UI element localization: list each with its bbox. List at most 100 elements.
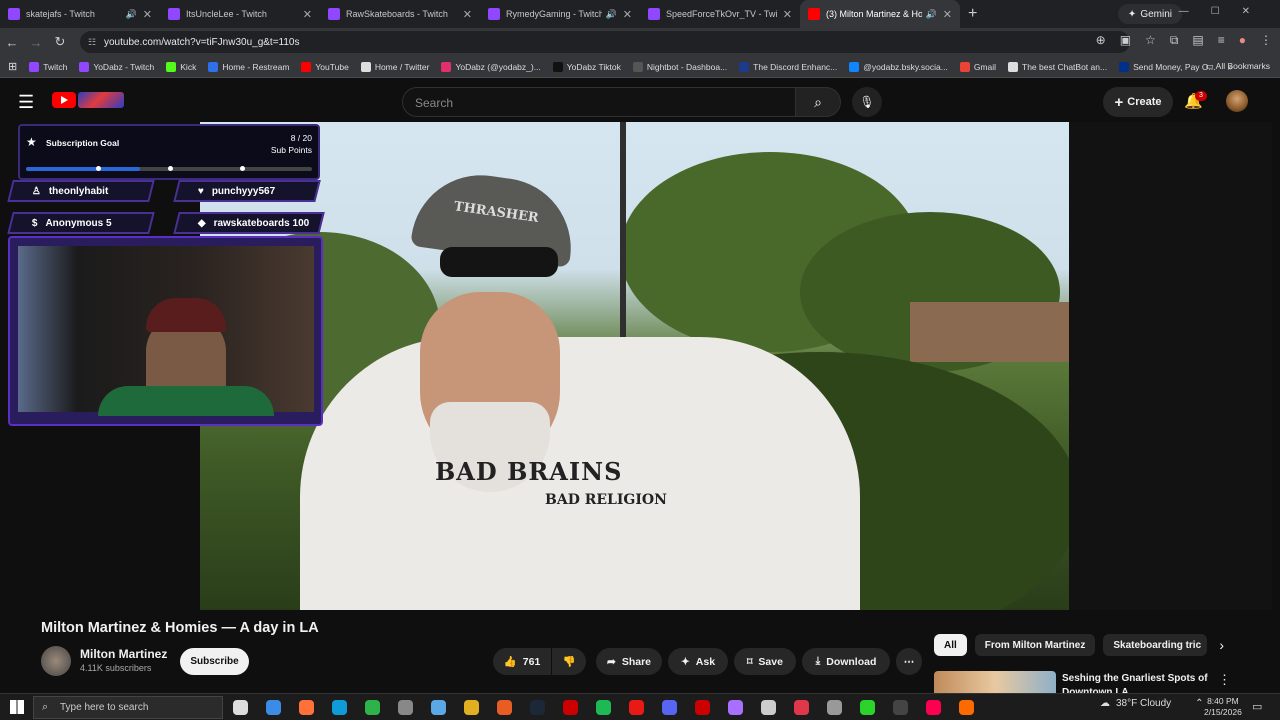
bookmark-item[interactable]: @yodabz.bsky.socia...	[849, 61, 948, 72]
recommended-more-icon[interactable]: ⋮	[1218, 672, 1231, 688]
sidepanel-icon[interactable]: ▤	[1192, 33, 1203, 48]
bookmark-item[interactable]: Gmail	[959, 61, 996, 72]
taskbar-app-icon[interactable]	[794, 700, 809, 715]
taskbar-app-icon[interactable]	[563, 700, 578, 715]
bookmark-item[interactable]: YoDabz - Twitch	[79, 61, 154, 72]
channel-logo-art[interactable]	[78, 92, 124, 108]
save-button[interactable]: ⌑ Save	[734, 648, 796, 675]
taskbar-app-icon[interactable]	[332, 700, 347, 715]
bookmark-item[interactable]: The Discord Enhanc...	[739, 61, 837, 72]
dislike-button[interactable]: 👎	[552, 648, 586, 675]
tray-chevron-icon[interactable]: ⌃	[1195, 698, 1203, 709]
close-tab-icon[interactable]: ✕	[303, 8, 312, 21]
windows-start-icon[interactable]	[10, 700, 24, 714]
bookmark-item[interactable]: YouTube	[301, 61, 349, 72]
video-player[interactable]: THRASHER BAD BRAINS BAD RELIGION	[200, 122, 1069, 610]
bookmark-item[interactable]: Nightbot - Dashboa...	[632, 61, 727, 72]
taskbar-app-icon[interactable]	[662, 700, 677, 715]
taskbar-app-icon[interactable]	[860, 700, 875, 715]
bookmark-star-icon[interactable]: ☆	[1145, 33, 1156, 48]
chip-from-channel[interactable]: From Milton Martinez	[974, 634, 1096, 656]
taskbar-app-icon[interactable]	[365, 700, 380, 715]
taskbar-app-icon[interactable]	[827, 700, 842, 715]
youtube-logo-icon[interactable]	[52, 92, 76, 108]
site-info-icon[interactable]: ☷	[88, 37, 96, 48]
browser-tab[interactable]: skatejafs - Twitch 🔊 ✕	[0, 0, 160, 28]
close-tab-icon[interactable]: ✕	[463, 8, 472, 21]
bookmark-item[interactable]: Send Money, Pay O...	[1119, 61, 1216, 72]
download-button[interactable]: ⤓ Download	[802, 648, 890, 675]
gemini-button[interactable]: ✦ Gemini	[1117, 4, 1182, 24]
bookmark-item[interactable]: Kick	[166, 61, 196, 72]
taskbar-app-icon[interactable]	[893, 700, 908, 715]
browser-tab[interactable]: (3) Milton Martinez & Hom 🔊 ✕	[800, 0, 960, 28]
bookmark-item[interactable]: The best ChatBot an...	[1008, 61, 1107, 72]
browser-tab[interactable]: RawSkateboards - Twitch ✕	[320, 0, 480, 28]
recommended-title[interactable]: Seshing the Gnarliest Spots of Downtown …	[1062, 672, 1212, 694]
chip-all[interactable]: All	[934, 634, 967, 656]
voice-search-button[interactable]: 🎙	[852, 87, 882, 117]
address-bar[interactable]: ☷ youtube.com/watch?v=tiFJnw30u_g&t=110s	[80, 31, 1130, 53]
window-controls[interactable]: —☐✕	[1179, 6, 1272, 17]
chip-skateboarding[interactable]: Skateboarding tric	[1103, 634, 1208, 656]
bookmark-item[interactable]: YoDabz (@yodabz_)...	[441, 61, 541, 72]
all-bookmarks-button[interactable]: ▭ All Bookmarks	[1206, 61, 1270, 72]
chevron-right-icon[interactable]: ›	[1219, 634, 1224, 656]
kebab-menu-icon[interactable]: ⋮	[1260, 33, 1272, 48]
taskbar-app-icon[interactable]	[629, 700, 644, 715]
like-button[interactable]: 👍 761	[493, 648, 551, 675]
taskbar-app-icon[interactable]	[959, 700, 974, 715]
notification-center-icon[interactable]: ▭	[1252, 700, 1262, 713]
zoom-icon[interactable]: ⊕	[1096, 33, 1106, 48]
search-button[interactable]: ⌕	[795, 87, 841, 117]
forward-icon[interactable]: →	[24, 35, 48, 50]
subscribe-button[interactable]: Subscribe	[180, 648, 249, 675]
account-avatar[interactable]	[1226, 90, 1248, 112]
share-button[interactable]: ➦ Share	[596, 648, 662, 675]
cast-icon[interactable]: ▣	[1120, 33, 1131, 48]
menu-icon[interactable]: ☰	[18, 92, 34, 113]
profile-icon[interactable]: ●	[1239, 33, 1246, 48]
speaker-icon[interactable]: 🔊	[126, 9, 137, 20]
close-tab-icon[interactable]: ✕	[943, 8, 952, 21]
search-input[interactable]: Search	[402, 87, 796, 117]
browser-tab[interactable]: RymedyGaming - Twitch 🔊 ✕	[480, 0, 640, 28]
taskbar-app-icon[interactable]	[530, 700, 545, 715]
apps-icon[interactable]: ⊞	[8, 60, 17, 73]
extensions-icon[interactable]: ⧉	[1170, 33, 1179, 48]
bookmark-item[interactable]: Home - Restream	[208, 61, 289, 72]
taskbar-app-icon[interactable]	[728, 700, 743, 715]
taskbar-app-icon[interactable]	[431, 700, 446, 715]
bookmark-item[interactable]: Twitch	[29, 61, 67, 72]
taskbar-app-icon[interactable]	[464, 700, 479, 715]
menu-lines-icon[interactable]: ≡	[1218, 33, 1225, 48]
taskbar-app-icon[interactable]	[497, 700, 512, 715]
taskbar-app-icon[interactable]	[695, 700, 710, 715]
channel-avatar[interactable]	[41, 646, 71, 676]
more-actions-button[interactable]: ⋯	[896, 648, 922, 675]
bookmark-item[interactable]: YoDabz Tiktok	[552, 61, 621, 72]
close-tab-icon[interactable]: ✕	[623, 8, 632, 21]
create-button[interactable]: + Create	[1103, 87, 1173, 117]
bookmark-item[interactable]: Home / Twitter	[360, 61, 429, 72]
taskbar-app-icon[interactable]	[233, 700, 248, 715]
browser-tab[interactable]: ItsUncleLee - Twitch ✕	[160, 0, 320, 28]
browser-tab[interactable]: SpeedForceTkOvr_TV - Twitch✕	[640, 0, 800, 28]
taskbar-app-icon[interactable]	[596, 700, 611, 715]
close-tab-icon[interactable]: ✕	[783, 8, 792, 21]
close-tab-icon[interactable]: ✕	[143, 8, 152, 21]
taskbar-search-input[interactable]: ⌕ Type here to search	[33, 696, 223, 719]
weather-text[interactable]: 38°F Cloudy	[1116, 698, 1171, 709]
ask-button[interactable]: ✦ Ask	[668, 648, 728, 675]
taskbar-app-icon[interactable]	[926, 700, 941, 715]
back-icon[interactable]: ←	[0, 35, 24, 50]
reload-icon[interactable]: ↻	[48, 34, 72, 50]
new-tab-button[interactable]: +	[968, 5, 977, 23]
taskbar-app-icon[interactable]	[266, 700, 281, 715]
channel-name[interactable]: Milton Martinez	[80, 647, 167, 661]
taskbar-app-icon[interactable]	[761, 700, 776, 715]
taskbar-app-icon[interactable]	[299, 700, 314, 715]
speaker-icon[interactable]: 🔊	[926, 9, 937, 20]
taskbar-app-icon[interactable]	[398, 700, 413, 715]
taskbar-clock[interactable]: 8:40 PM 2/15/2026	[1204, 696, 1242, 718]
